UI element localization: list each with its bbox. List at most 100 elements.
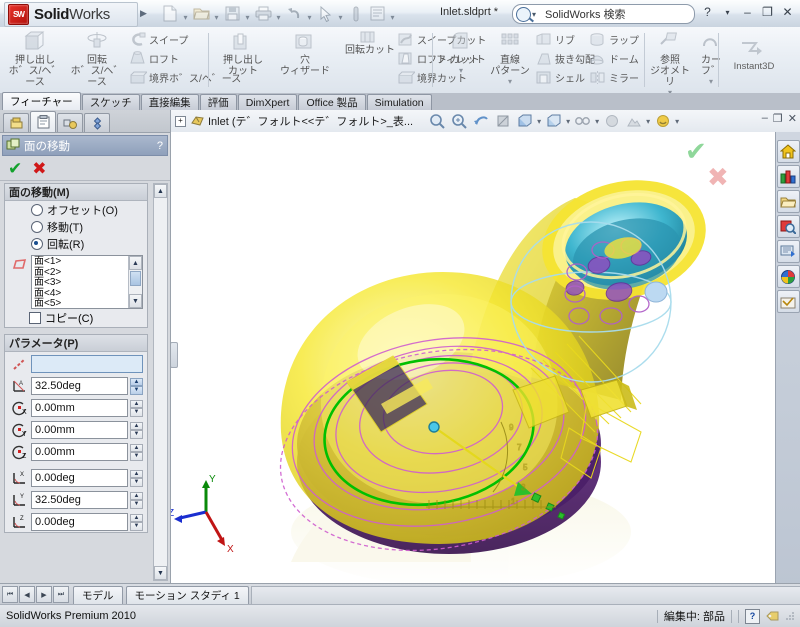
spinner-down[interactable]: ▼ [130,430,143,439]
rotate-origin-z-field[interactable]: 0.00mm [31,443,128,461]
previous-view-icon[interactable] [471,112,490,130]
copy-checkbox[interactable] [29,312,41,324]
list-item[interactable]: 面<1> [34,256,128,268]
spinner-down[interactable]: ▼ [130,500,143,509]
design-library-icon[interactable] [776,165,800,188]
tab-evaluate[interactable]: 評価 [199,94,237,110]
spinner-up[interactable]: ▲ [130,399,143,408]
list-item[interactable]: 面<5> [34,298,128,308]
instant3d-button[interactable]: Instant3D [722,27,786,72]
display-style-caret-icon[interactable]: ▾ [566,117,570,126]
rotate-angle-y-field[interactable]: 32.50deg [31,491,128,509]
first-tab-button[interactable]: ⏮ [2,586,18,603]
property-manager-tab[interactable] [30,111,56,132]
tab-motion-study-1[interactable]: モーション スタディ 1 [125,585,249,604]
spinner-down[interactable]: ▼ [130,408,143,417]
fillet-button[interactable]: フィレット ▾ [436,27,486,75]
select-pointer-icon[interactable] [315,3,335,24]
offset-radio[interactable] [31,203,43,216]
search-input[interactable]: ▾ SolidWorks 検索 [512,4,695,24]
confirm-accept-button[interactable]: ✔ [685,136,707,167]
undo-icon[interactable] [284,3,304,24]
spinner-up[interactable]: ▲ [130,469,143,478]
doc-restore-button[interactable]: ❐ [773,112,783,125]
last-tab-button[interactable]: ⏭ [53,586,69,603]
sw-resources-icon[interactable] [776,140,800,163]
save-document-caret-icon[interactable]: ▾ [243,1,252,26]
model-canvas[interactable]: 975 31 Y Z X ✔ ✖ [171,132,800,583]
dimxpert-manager-tab[interactable] [84,113,110,132]
doc-close-button[interactable]: ✕ [788,112,797,125]
tag-icon[interactable] [766,610,779,622]
view-settings-caret-icon[interactable]: ▾ [675,117,679,126]
previous-tab-button[interactable]: ◀ [19,586,35,603]
undo-caret-icon[interactable]: ▾ [305,1,314,26]
edit-appearance-icon[interactable] [602,112,621,130]
tab-direct-edit[interactable]: 直接編集 [140,94,199,110]
faces-list-scrollbar[interactable]: ▲ ▼ [128,256,142,308]
resize-grip-icon[interactable] [784,610,796,622]
rotate-angle-x-spinner[interactable]: ▲ ▼ [130,469,143,487]
search-caret-icon[interactable]: ▾ [532,10,536,19]
translate-radio[interactable] [31,220,43,233]
tab-model[interactable]: モデル [73,585,123,604]
graphics-area[interactable]: + Inlet (テ゛フォルト<<テ゛フォルト>_表... ▾ ▾ ▾ ▾ ▾ … [171,110,800,583]
tab-dimxpert[interactable]: DimXpert [237,94,298,110]
property-manager-help-icon[interactable]: ? [157,140,163,152]
options-icon[interactable] [367,3,387,24]
spinner-up[interactable]: ▲ [130,513,143,522]
faces-list-scroll-thumb[interactable] [130,271,141,286]
view-settings-icon[interactable] [653,112,672,130]
expand-tree-icon[interactable]: + [175,115,186,127]
print-document-icon[interactable] [253,3,273,24]
open-document-icon[interactable] [191,3,211,24]
rib-button[interactable]: リブ [534,30,595,48]
option-offset[interactable]: オフセット(O) [5,201,147,218]
view-palette-icon[interactable] [776,240,800,263]
rebuild-icon[interactable] [346,3,366,24]
status-help-icon[interactable]: ? [745,608,760,624]
selected-faces-list[interactable]: 面<1> 面<2> 面<3> 面<4> 面<5> ▲ ▼ [31,255,143,309]
help-caret-icon[interactable]: ▾ [719,3,736,21]
maximize-button[interactable]: ❐ [759,3,776,21]
rotate-angle-y-spinner[interactable]: ▲ ▼ [130,491,143,509]
tab-simulation[interactable]: Simulation [366,94,432,110]
accept-button[interactable]: ✔ [8,160,22,177]
open-document-caret-icon[interactable]: ▾ [212,1,221,26]
solidworks-logo-button[interactable]: SW SolidWorks [4,2,138,27]
rotate-origin-z-spinner[interactable]: ▲ ▼ [130,443,143,461]
scene-caret-icon[interactable]: ▾ [646,117,650,126]
spinner-down[interactable]: ▼ [130,386,143,395]
hide-show-caret-icon[interactable]: ▾ [595,117,599,126]
select-caret-icon[interactable]: ▾ [336,1,345,26]
rotation-axis-field[interactable] [31,355,143,373]
property-manager-scrollbar[interactable]: ▲ ▼ [153,183,168,581]
rotate-angle-x-field[interactable]: 0.00deg [31,469,128,487]
spinner-up[interactable]: ▲ [130,421,143,430]
panel-scroll-down-button[interactable]: ▼ [154,566,167,580]
spinner-up[interactable]: ▲ [130,443,143,452]
option-rotate[interactable]: 回転(R) [5,235,147,252]
rotate-angle-z-spinner[interactable]: ▲ ▼ [130,513,143,531]
menu-expand-arrow-icon[interactable]: ▶ [140,8,147,19]
display-style-icon[interactable] [544,112,563,130]
close-button[interactable]: ✕ [779,3,796,21]
view-orientation-icon[interactable] [515,112,534,130]
rotation-angle-field[interactable]: 32.50deg [31,377,128,395]
wrap-button[interactable]: ラップ [588,30,639,48]
tab-sketch[interactable]: スケッチ [81,94,140,110]
rotate-angle-z-field[interactable]: 0.00deg [31,513,128,531]
mirror-button[interactable]: ミラー [588,68,639,86]
panel-scroll-up-button[interactable]: ▲ [154,184,167,198]
extruded-boss-base-button[interactable]: 押し出し ホ゛ス/ヘ゛ース [4,27,66,88]
fillet-dropdown-icon[interactable]: ▾ [436,66,486,75]
new-document-caret-icon[interactable]: ▾ [181,1,190,26]
next-tab-button[interactable]: ▶ [36,586,52,603]
linear-pattern-button[interactable]: 直線 パターン ▾ [486,27,534,86]
spinner-down[interactable]: ▼ [130,522,143,531]
faces-list-scroll-down-button[interactable]: ▼ [129,294,142,308]
search-icon[interactable] [776,215,800,238]
new-document-icon[interactable] [160,3,180,24]
tab-features[interactable]: フィーチャー [2,92,81,110]
spinner-down[interactable]: ▼ [130,452,143,461]
